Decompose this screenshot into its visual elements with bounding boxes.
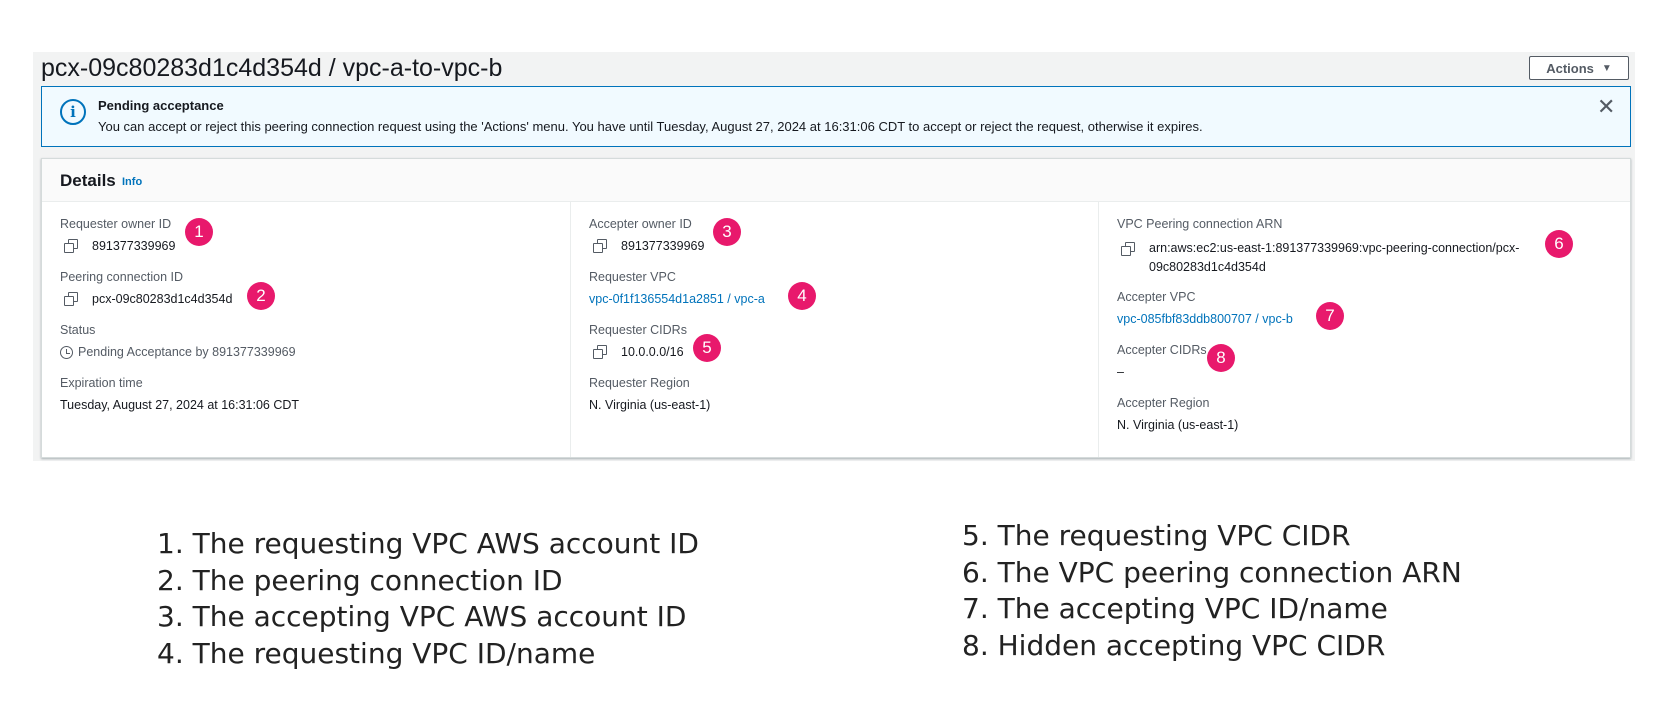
copy-icon[interactable]: [593, 345, 609, 359]
legend-item: 6. The VPC peering connection ARN: [962, 556, 1462, 593]
peering-arn-row: arn:aws:ec2:us-east-1:891377339969:vpc-p…: [1117, 239, 1551, 277]
requester-owner-id-label: Requester owner ID: [60, 217, 172, 231]
legend-text: The requesting VPC AWS account ID: [192, 527, 699, 560]
requester-cidrs-field: Requester CIDRs 10.0.0.0/16: [589, 321, 687, 359]
legend-text: The accepting VPC ID/name: [997, 592, 1388, 625]
requester-owner-id-value: 891377339969: [92, 239, 176, 253]
requester-vpc-field: Requester VPC vpc-0f1f136554d1a2851 / vp…: [589, 268, 765, 306]
legend-text: The requesting VPC ID/name: [192, 636, 596, 670]
requester-vpc-label: Requester VPC: [589, 270, 676, 284]
details-column-1: Requester owner ID 891377339969 Peering …: [42, 201, 570, 457]
peering-arn-value: arn:aws:ec2:us-east-1:891377339969:vpc-p…: [1149, 241, 1520, 274]
requester-cidrs-value: 10.0.0.0/16: [621, 345, 684, 359]
accepter-owner-id-field: Accepter owner ID 891377339969: [589, 215, 704, 253]
callout-badge-5: 5: [693, 334, 721, 362]
expiration-time-label: Expiration time: [60, 376, 143, 390]
alert-message: You can accept or reject this peering co…: [98, 119, 1203, 134]
legend-number: 8.: [962, 628, 989, 662]
peering-connection-console: pcx-09c80283d1c4d354d / vpc-a-to-vpc-b A…: [33, 52, 1635, 461]
expiration-time-field: Expiration time Tuesday, August 27, 2024…: [60, 374, 299, 412]
copy-icon[interactable]: [64, 239, 80, 253]
legend-number: 4.: [157, 636, 184, 670]
accepter-cidrs-field: Accepter CIDRs –: [1117, 341, 1207, 379]
accepter-vpc-field: Accepter VPC vpc-085fbf83ddb800707 / vpc…: [1117, 288, 1293, 326]
legend-number: 2.: [157, 563, 184, 597]
legend-item: 1. The requesting VPC AWS account ID: [157, 527, 699, 564]
copy-icon[interactable]: [593, 239, 609, 253]
peering-arn-field: VPC Peering connection ARN arn:aws:ec2:u…: [1117, 215, 1551, 277]
legend-text: The VPC peering connection ARN: [997, 555, 1462, 589]
requester-cidrs-row: 10.0.0.0/16: [589, 345, 687, 359]
requester-region-label: Requester Region: [589, 376, 690, 390]
legend-text: The requesting VPC CIDR: [997, 519, 1351, 552]
callout-badge-6: 6: [1545, 230, 1573, 258]
legend-number: 5.: [962, 519, 989, 552]
actions-button[interactable]: Actions ▼: [1529, 56, 1629, 80]
status-row: Pending Acceptance by 891377339969: [60, 345, 296, 359]
accepter-owner-id-value: 891377339969: [621, 239, 705, 253]
accepter-cidrs-label: Accepter CIDRs: [1117, 343, 1207, 357]
copy-icon[interactable]: [64, 292, 80, 306]
legend-item: 5. The requesting VPC CIDR: [962, 519, 1462, 556]
details-header: Details Info: [42, 159, 1630, 202]
peering-connection-id-row: pcx-09c80283d1c4d354d: [60, 292, 232, 306]
callout-badge-2: 2: [247, 282, 275, 310]
peering-connection-id-value: pcx-09c80283d1c4d354d: [92, 292, 233, 306]
accepter-cidrs-value: –: [1117, 365, 1124, 379]
accepter-region-field: Accepter Region N. Virginia (us-east-1): [1117, 394, 1238, 432]
legend-text: The peering connection ID: [192, 563, 563, 597]
clock-icon: [60, 345, 73, 359]
peering-connection-id-label: Peering connection ID: [60, 270, 183, 284]
info-link[interactable]: Info: [122, 176, 142, 188]
accepter-owner-id-row: 891377339969: [589, 239, 704, 253]
copy-icon[interactable]: [1121, 242, 1137, 256]
callout-badge-1: 1: [185, 218, 213, 246]
details-title: Details: [60, 171, 116, 190]
legend-text: The accepting VPC AWS account ID: [192, 600, 687, 633]
accepter-vpc-link[interactable]: vpc-085fbf83ddb800707 / vpc-b: [1117, 312, 1293, 326]
legend-item: 3. The accepting VPC AWS account ID: [157, 600, 699, 637]
status-label: Status: [60, 323, 96, 337]
peering-connection-id-field: Peering connection ID pcx-09c80283d1c4d3…: [60, 268, 232, 306]
requester-cidrs-label: Requester CIDRs: [589, 323, 687, 337]
callout-badge-8: 8: [1207, 344, 1235, 372]
accepter-vpc-label: Accepter VPC: [1117, 290, 1196, 304]
legend-number: 7.: [962, 592, 989, 625]
requester-region-field: Requester Region N. Virginia (us-east-1): [589, 374, 710, 412]
details-column-2: Accepter owner ID 891377339969 Requester…: [570, 201, 1099, 457]
pending-acceptance-alert: i Pending acceptance You can accept or r…: [41, 86, 1631, 147]
legend-text: Hidden accepting VPC CIDR: [997, 628, 1386, 662]
status-field: Status Pending Acceptance by 89137733996…: [60, 321, 296, 359]
legend-left: 1. The requesting VPC AWS account ID 2. …: [157, 527, 699, 673]
requester-owner-id-row: 891377339969: [60, 239, 175, 253]
callout-badge-3: 3: [713, 218, 741, 246]
alert-title: Pending acceptance: [98, 98, 224, 113]
caret-down-icon: ▼: [1601, 62, 1612, 74]
callout-badge-7: 7: [1316, 302, 1344, 330]
info-icon: i: [60, 99, 86, 125]
legend-item: 2. The peering connection ID: [157, 564, 699, 601]
legend-item: 8. Hidden accepting VPC CIDR: [962, 629, 1462, 666]
requester-owner-id-field: Requester owner ID 891377339969: [60, 215, 175, 253]
legend-item: 7. The accepting VPC ID/name: [962, 592, 1462, 629]
legend-number: 1.: [157, 527, 184, 560]
accepter-region-value: N. Virginia (us-east-1): [1117, 418, 1239, 432]
close-icon[interactable]: ✕: [1597, 94, 1615, 120]
peering-arn-label: VPC Peering connection ARN: [1117, 217, 1283, 231]
legend-number: 3.: [157, 600, 184, 633]
actions-label: Actions: [1546, 60, 1594, 76]
callout-badge-4: 4: [788, 282, 816, 310]
expiration-time-value: Tuesday, August 27, 2024 at 16:31:06 CDT: [60, 398, 300, 412]
legend-item: 4. The requesting VPC ID/name: [157, 637, 699, 674]
page-title: pcx-09c80283d1c4d354d / vpc-a-to-vpc-b: [41, 54, 503, 82]
details-panel: Details Info Requester owner ID 89137733…: [41, 158, 1631, 458]
accepter-owner-id-label: Accepter owner ID: [589, 217, 692, 231]
accepter-region-label: Accepter Region: [1117, 396, 1210, 410]
legend-right: 5. The requesting VPC CIDR 6. The VPC pe…: [962, 519, 1462, 665]
requester-region-value: N. Virginia (us-east-1): [589, 398, 711, 412]
status-value: Pending Acceptance by 891377339969: [78, 345, 296, 359]
requester-vpc-link[interactable]: vpc-0f1f136554d1a2851 / vpc-a: [589, 292, 765, 306]
legend-number: 6.: [962, 555, 989, 589]
